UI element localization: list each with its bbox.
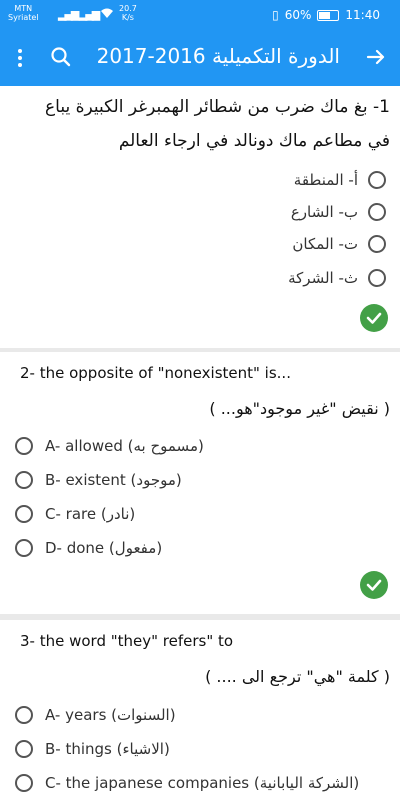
- search-icon[interactable]: [48, 44, 74, 70]
- wifi-icon: [100, 7, 114, 22]
- option-label: A- years (السنوات): [45, 706, 176, 724]
- option-label: D- done (مفعول): [45, 539, 163, 557]
- question-2-line-2: ( نقيض "غير موجود"هو... ): [209, 399, 390, 418]
- question-1-line-2: في مطاعم ماك دونالد في ارجاء العالم: [118, 131, 390, 151]
- question-3-line-2: ( كلمة "هي" ترجع الى .... ): [205, 667, 390, 686]
- option-label: ب- الشارع: [290, 203, 358, 221]
- option-1-d[interactable]: ث- الشركة: [288, 265, 386, 291]
- radio-button[interactable]: [15, 774, 33, 792]
- app-bar: الدورة التكميلية 2016-2017: [0, 30, 400, 86]
- option-1-a[interactable]: أ- المنطقة: [294, 167, 386, 193]
- forward-arrow-icon[interactable]: [364, 45, 388, 69]
- radio-button[interactable]: [15, 706, 33, 724]
- option-2-b[interactable]: B- existent (موجود): [15, 467, 182, 493]
- option-label: ت- المكان: [292, 235, 358, 253]
- check-answer-icon[interactable]: [360, 304, 388, 332]
- radio-button[interactable]: [15, 471, 33, 489]
- carrier-1: MTN: [14, 4, 33, 13]
- question-2-line-1: 2- the opposite of "nonexistent" is...: [20, 364, 291, 382]
- radio-button[interactable]: [15, 740, 33, 758]
- option-label: B- existent (موجود): [45, 471, 182, 489]
- option-2-a[interactable]: A- allowed (مسموح به): [15, 433, 204, 459]
- battery-level: [319, 11, 331, 19]
- question-3-line-1: 3- the word "they" refers" to: [20, 632, 234, 650]
- clock: 11:40: [345, 8, 380, 22]
- option-3-a[interactable]: A- years (السنوات): [15, 702, 176, 728]
- option-label: C- the japanese companies (الشركة اليابا…: [45, 774, 360, 792]
- option-label: ث- الشركة: [288, 269, 358, 287]
- battery-icon: [317, 9, 340, 21]
- option-label: أ- المنطقة: [293, 171, 358, 189]
- more-options-icon[interactable]: [10, 44, 30, 72]
- radio-button[interactable]: [368, 203, 386, 221]
- battery-percent: 60%: [284, 8, 312, 22]
- option-3-b[interactable]: B- things (الاشياء): [15, 736, 170, 762]
- question-card-1: 1- بغ ماك ضرب من شطائر الهمبرغر الكبيرة …: [0, 86, 400, 348]
- radio-button[interactable]: [368, 269, 386, 287]
- question-card-3: 3- the word "they" refers" to ( كلمة "هي…: [0, 620, 400, 800]
- speed-value: 20.7: [119, 4, 137, 13]
- speed-unit: K/s: [121, 13, 134, 22]
- radio-button[interactable]: [368, 171, 386, 189]
- radio-button[interactable]: [15, 539, 33, 557]
- question-1-line-1: 1- بغ ماك ضرب من شطائر الهمبرغر الكبيرة …: [45, 97, 390, 117]
- check-answer-icon[interactable]: [360, 571, 388, 599]
- option-1-b[interactable]: ب- الشارع: [291, 199, 386, 225]
- status-right: ▯ 60% 11:40: [272, 8, 380, 22]
- radio-button[interactable]: [15, 505, 33, 523]
- status-bar: MTN Syriatel ▂▄▆ ▂▄▆ 20.7 K/s ▯ 60% 11:4…: [0, 0, 400, 30]
- carrier-2: Syriatel: [8, 13, 39, 22]
- option-label: C- rare (نادر): [45, 505, 136, 523]
- option-1-c[interactable]: ت- المكان: [292, 231, 386, 257]
- radio-button[interactable]: [15, 437, 33, 455]
- option-3-c[interactable]: C- the japanese companies (الشركة اليابا…: [15, 770, 359, 796]
- option-2-c[interactable]: C- rare (نادر): [15, 501, 135, 527]
- page-title: الدورة التكميلية 2016-2017: [96, 44, 340, 68]
- option-label: A- allowed (مسموح به): [45, 437, 204, 455]
- radio-button[interactable]: [368, 235, 386, 253]
- carrier-labels: MTN Syriatel: [8, 4, 39, 22]
- question-card-2: 2- the opposite of "nonexistent" is... (…: [0, 352, 400, 614]
- option-label: B- things (الاشياء): [45, 740, 170, 758]
- option-2-d[interactable]: D- done (مفعول): [15, 535, 162, 561]
- network-speed: 20.7 K/s: [119, 4, 137, 22]
- signal-icon: ▂▄▆ ▂▄▆: [58, 8, 100, 21]
- vibrate-icon: ▯: [272, 8, 279, 22]
